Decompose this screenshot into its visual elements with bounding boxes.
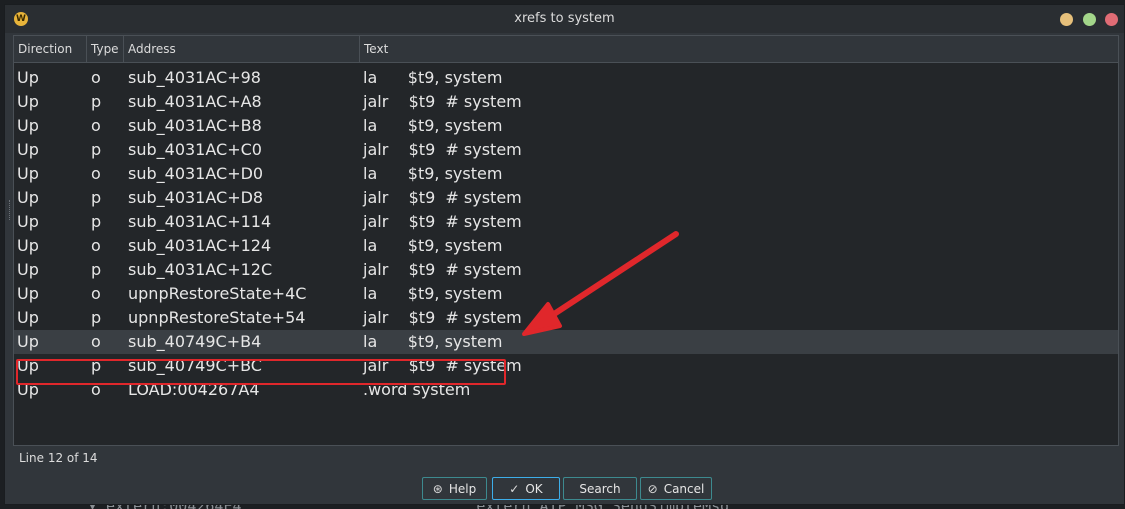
cell-text: la $t9, system <box>363 284 503 303</box>
cell-type: p <box>91 140 102 159</box>
cell-address: sub_4031AC+98 <box>128 68 261 87</box>
cell-text: jalr $t9 # system <box>363 92 522 111</box>
cell-text: la $t9, system <box>363 68 503 87</box>
cell-type: p <box>91 212 102 231</box>
status-line: Line 12 of 14 <box>19 451 98 465</box>
table-row[interactable]: Up p sub_4031AC+D8 jalr $t9 # system <box>14 186 1118 210</box>
annotation-highlight-box <box>16 359 506 385</box>
cell-address: sub_4031AC+B8 <box>128 116 262 135</box>
cell-text: jalr $t9 # system <box>363 260 522 279</box>
cell-direction: Up <box>17 260 39 279</box>
cancel-button-label: Cancel <box>663 482 705 496</box>
cell-direction: Up <box>17 308 39 327</box>
cell-direction: Up <box>17 164 39 183</box>
xrefs-table[interactable]: Direction Type Address Text Up o sub_4031A… <box>13 35 1119 446</box>
cell-direction: Up <box>17 212 39 231</box>
cell-address: sub_4031AC+C0 <box>128 140 262 159</box>
cell-type: o <box>91 284 101 303</box>
cell-text: jalr $t9 # system <box>363 212 522 231</box>
table-body: Up o sub_4031AC+98 la $t9, system Up p sub_403… <box>14 66 1118 402</box>
cell-text: jalr $t9 # system <box>363 188 522 207</box>
cell-address: sub_40749C+B4 <box>128 332 262 351</box>
cell-direction: Up <box>17 236 39 255</box>
cell-type: o <box>91 332 101 351</box>
table-row[interactable]: Up o upnpRestoreState+4C la $t9, system <box>14 282 1118 306</box>
cell-type: p <box>91 308 102 327</box>
cell-address: upnpRestoreState+4C <box>128 284 307 303</box>
cell-direction: Up <box>17 140 39 159</box>
table-row[interactable]: Up p sub_4031AC+12C jalr $t9 # system <box>14 258 1118 282</box>
table-row[interactable]: Up p upnpRestoreState+54 jalr $t9 # system <box>14 306 1118 330</box>
column-header-address[interactable]: Address <box>124 36 360 62</box>
column-header-type[interactable]: Type <box>87 36 124 62</box>
cell-type: o <box>91 236 101 255</box>
title-bar[interactable]: W xrefs to system <box>5 5 1124 33</box>
window-title: xrefs to system <box>514 11 615 26</box>
xrefs-dialog: W xrefs to system Direction Type Address… <box>4 4 1125 505</box>
cell-direction: Up <box>17 284 39 303</box>
cell-text: la $t9, system <box>363 116 503 135</box>
table-row[interactable]: Up p sub_4031AC+C0 jalr $t9 # system <box>14 138 1118 162</box>
table-row[interactable]: Up o sub_4031AC+B8 la $t9, system <box>14 114 1118 138</box>
cell-address: upnpRestoreState+54 <box>128 308 306 327</box>
table-row[interactable]: Up o sub_4031AC+D0 la $t9, system <box>14 162 1118 186</box>
table-row[interactable]: Up o sub_40749C+B4 la $t9, system <box>14 330 1118 354</box>
cell-text: la $t9, system <box>363 332 503 351</box>
search-button[interactable]: Search <box>563 477 637 500</box>
cell-address: sub_4031AC+D8 <box>128 188 264 207</box>
cell-address: sub_4031AC+12C <box>128 260 273 279</box>
table-header: Direction Type Address Text <box>14 36 1118 63</box>
cell-direction: Up <box>17 332 39 351</box>
column-header-text[interactable]: Text <box>360 36 1118 62</box>
cell-address: sub_4031AC+114 <box>128 212 272 231</box>
cell-direction: Up <box>17 92 39 111</box>
checkmark-icon: ✓ <box>509 482 520 496</box>
cell-text: jalr $t9 # system <box>363 308 522 327</box>
minimize-button[interactable] <box>1060 13 1073 26</box>
cell-type: o <box>91 116 101 135</box>
help-button[interactable]: ⊛ Help <box>422 477 487 500</box>
cell-type: p <box>91 92 102 111</box>
cell-direction: Up <box>17 116 39 135</box>
cell-type: p <box>91 260 102 279</box>
search-button-label: Search <box>579 482 621 496</box>
cell-text: jalr $t9 # system <box>363 140 522 159</box>
cancel-button[interactable]: ⊘ Cancel <box>640 477 712 500</box>
cancel-icon: ⊘ <box>647 482 658 496</box>
cell-type: o <box>91 68 101 87</box>
cell-direction: Up <box>17 188 39 207</box>
cell-address: sub_4031AC+124 <box>128 236 272 255</box>
cell-direction: Up <box>17 68 39 87</box>
column-header-direction[interactable]: Direction <box>14 36 87 62</box>
maximize-button[interactable] <box>1083 13 1096 26</box>
table-row[interactable]: Up p sub_4031AC+114 jalr $t9 # system <box>14 210 1118 234</box>
cell-address: sub_4031AC+A8 <box>128 92 262 111</box>
table-row[interactable]: Up o sub_4031AC+124 la $t9, system <box>14 234 1118 258</box>
cell-text: la $t9, system <box>363 164 503 183</box>
ok-button-label: OK <box>525 482 543 496</box>
cell-type: o <box>91 164 101 183</box>
cell-text: la $t9, system <box>363 236 503 255</box>
help-button-label: Help <box>448 482 477 496</box>
lifebuoy-icon: ⊛ <box>432 482 443 496</box>
ok-button[interactable]: ✓ OK <box>492 477 560 500</box>
cell-address: sub_4031AC+D0 <box>128 164 264 183</box>
table-row[interactable]: Up o sub_4031AC+98 la $t9, system <box>14 66 1118 90</box>
table-row[interactable]: Up p sub_4031AC+A8 jalr $t9 # system <box>14 90 1118 114</box>
cell-type: p <box>91 188 102 207</box>
close-button[interactable] <box>1105 13 1118 26</box>
